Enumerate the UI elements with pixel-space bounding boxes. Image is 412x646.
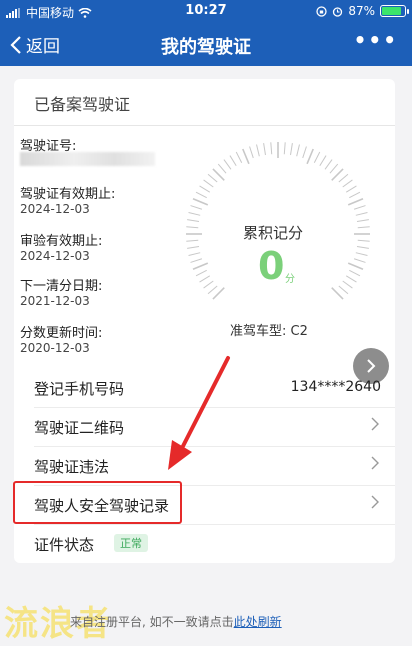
gauge-tick	[347, 262, 364, 270]
more-menu-icon[interactable]: •••	[354, 28, 398, 52]
status-right: 87%	[316, 4, 409, 18]
gauge-tick	[199, 275, 211, 283]
next-clear-date-value: 2021-12-03	[20, 294, 90, 308]
gauge-tick	[355, 252, 368, 256]
refresh-link[interactable]: 此处刷新	[234, 615, 282, 629]
gauge-tick	[353, 205, 366, 210]
gauge-tick	[190, 258, 203, 263]
footer-note: 来自注册平台, 如不一致请点击此处刷新	[70, 613, 282, 630]
license-expiry-label: 驾驶证有效期止:	[20, 187, 116, 202]
gauge-tick	[306, 148, 314, 165]
footer-text: 来自注册平台, 如不一致请点击	[70, 615, 234, 629]
gauge-tick	[342, 179, 353, 188]
gauge-tick	[187, 246, 200, 249]
gauge-tick	[192, 262, 209, 270]
gauge-tick	[347, 198, 364, 206]
score-update-time-label: 分数更新时间:	[20, 326, 103, 341]
battery-fill	[382, 7, 402, 15]
gauge-tick	[329, 163, 339, 174]
gauge-tick	[296, 144, 300, 157]
gauge-tick	[355, 212, 368, 216]
row-violations-label: 驾驶证违法	[34, 458, 110, 476]
gauge-tick	[349, 191, 361, 199]
gauge-tick	[356, 246, 369, 249]
review-expiry-value: 2024-12-03	[20, 249, 90, 263]
gauge-tick	[229, 155, 237, 167]
gauge-tick	[203, 280, 214, 289]
chevron-right-icon	[371, 494, 379, 513]
row-license-qrcode[interactable]: 驾驶证二维码	[14, 408, 395, 447]
gauge-tick	[290, 143, 293, 156]
highlight-box	[13, 481, 182, 524]
vehicle-type: 准驾车型: C2	[230, 324, 308, 339]
row-phone-number[interactable]: 登记手机号码 134****2640	[14, 369, 395, 408]
gauge-tick	[195, 269, 207, 277]
gauge-tick	[256, 144, 260, 157]
card-divider	[14, 125, 395, 126]
gauge-tick	[195, 191, 207, 199]
gauge-tick	[190, 205, 203, 210]
chevron-right-icon	[371, 416, 379, 435]
gauge-tick	[270, 142, 273, 155]
gauge-tick	[319, 155, 327, 167]
gauge-tick	[263, 143, 266, 156]
gauge-tick	[342, 280, 353, 289]
license-number-blurred	[20, 152, 155, 166]
status-badge: 正常	[114, 534, 148, 552]
gauge-tick	[313, 151, 321, 163]
gauge-tick	[212, 168, 225, 181]
gauge-score: 0	[258, 244, 285, 288]
gauge-tick	[345, 185, 357, 193]
battery-icon	[380, 5, 409, 17]
gauge-tick	[331, 168, 344, 181]
gauge-tick	[338, 173, 349, 183]
nav-bar: 返回 我的驾驶证 •••	[0, 24, 412, 66]
card-title: 已备案驾驶证	[34, 95, 131, 114]
gauge-tick	[223, 159, 232, 170]
gauge-tick	[249, 146, 254, 159]
review-expiry-label: 审验有效期止:	[20, 234, 103, 249]
gauge-tick	[212, 287, 225, 300]
row-status-label: 证件状态	[34, 536, 95, 554]
gauge-tick	[199, 185, 211, 193]
gauge-tick	[349, 269, 361, 277]
gauge-tick	[192, 198, 209, 206]
gauge-tick	[302, 146, 307, 159]
gauge-tick	[324, 159, 333, 170]
gauge-tick	[283, 142, 286, 155]
rotation-lock-icon	[316, 5, 327, 17]
row-phone-label: 登记手机号码	[34, 380, 125, 398]
gauge-tick	[188, 252, 201, 256]
gauge-tick	[207, 285, 218, 295]
score-update-time-value: 2020-12-03	[20, 341, 90, 355]
gauge-unit: 分	[285, 274, 295, 285]
gauge-tick	[235, 151, 243, 163]
gauge-tick	[242, 148, 250, 165]
gauge-tick	[338, 285, 349, 295]
gauge-tick	[345, 275, 357, 283]
row-qrcode-label: 驾驶证二维码	[34, 419, 125, 437]
gauge-tick	[331, 287, 344, 300]
gauge-tick	[188, 212, 201, 216]
gauge-tick	[217, 163, 227, 174]
row-document-status: 证件状态 正常	[14, 525, 395, 564]
license-expiry-value: 2024-12-03	[20, 202, 90, 216]
page-title: 我的驾驶证	[161, 37, 251, 58]
chevron-right-icon	[371, 455, 379, 474]
battery-percent: 87%	[348, 4, 375, 18]
alarm-icon	[333, 6, 343, 17]
gauge-tick	[353, 258, 366, 263]
next-clear-date-label: 下一清分日期:	[20, 279, 103, 294]
gauge-tick	[203, 179, 214, 188]
status-bar: 中国移动 10:27 87%	[0, 0, 412, 24]
row-phone-value: 134****2640	[290, 379, 381, 395]
gauge-tick	[207, 173, 218, 183]
gauge-label: 累积记分	[242, 224, 303, 242]
